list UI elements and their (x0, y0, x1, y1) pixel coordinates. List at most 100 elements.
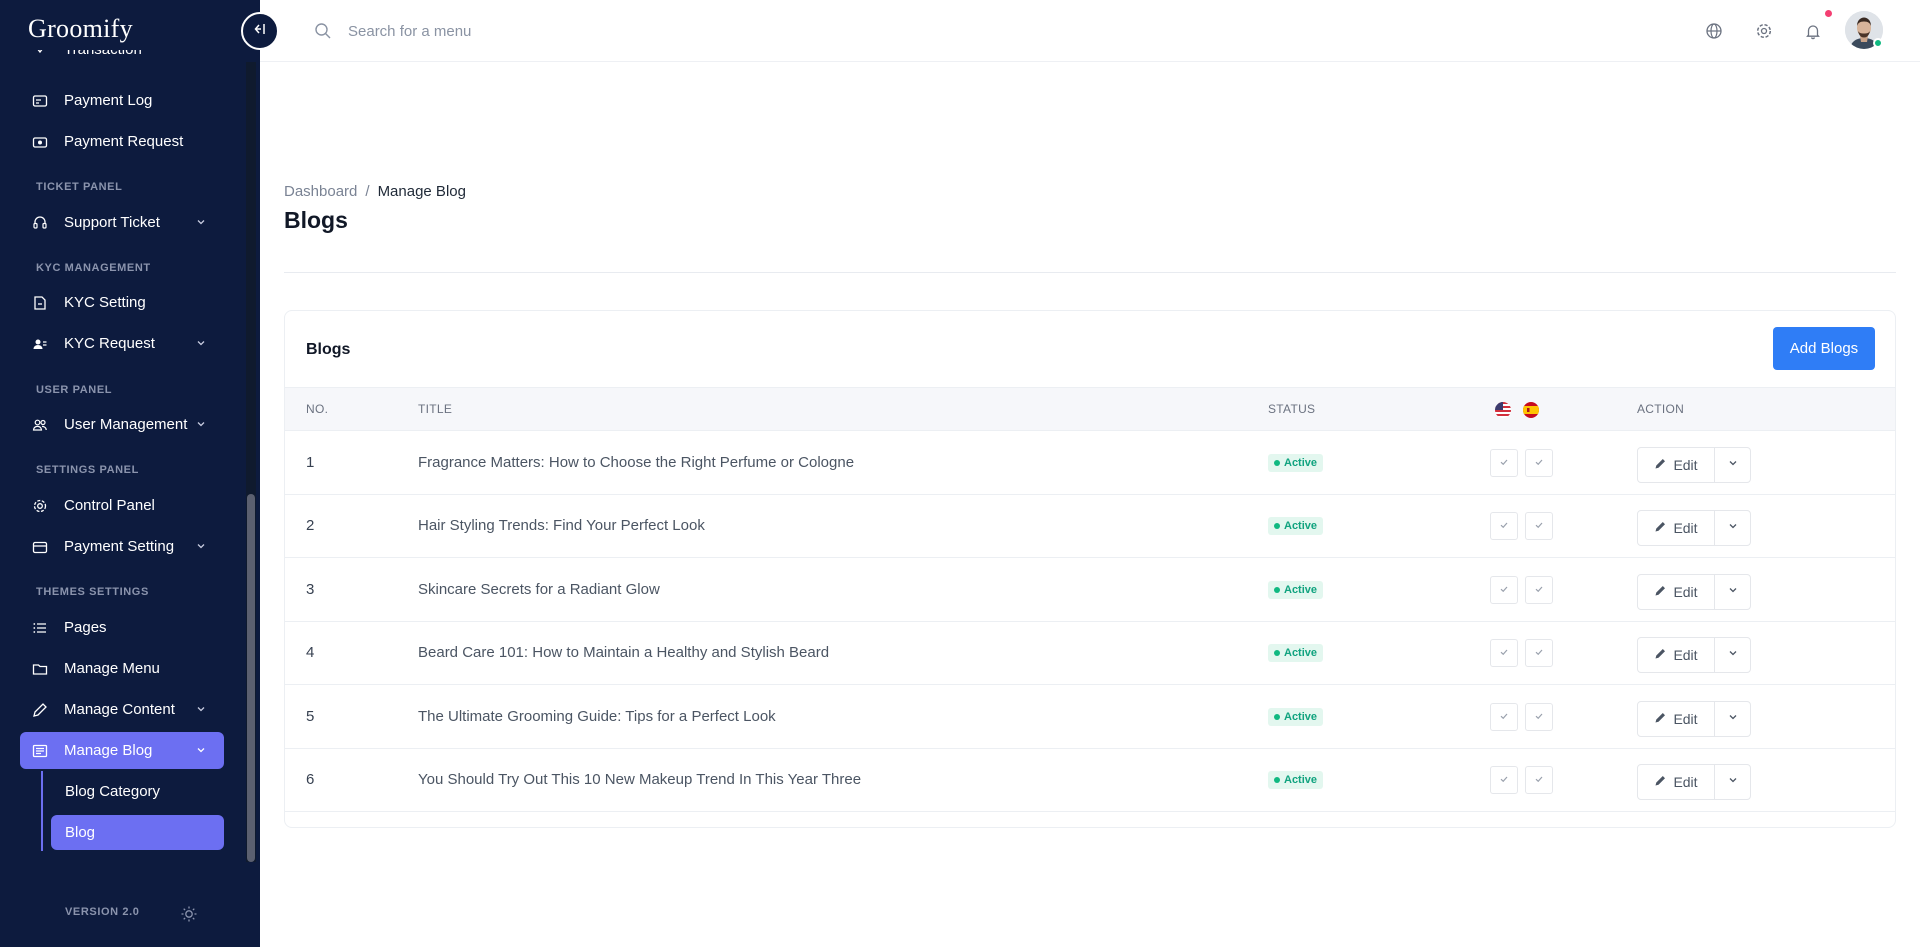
bell-icon[interactable] (1803, 21, 1823, 41)
sidebar-item-manage-blog[interactable]: Manage Blog (20, 732, 224, 769)
language-es-checkbox[interactable] (1525, 449, 1553, 477)
action-dropdown-button[interactable] (1714, 510, 1751, 547)
table-row: 3 Skincare Secrets for a Radiant Glow Acti… (285, 559, 1895, 622)
section-label-kyc-management: KYC MANAGEMENT (36, 262, 151, 274)
language-en-checkbox[interactable] (1490, 512, 1518, 541)
sidebar-item-transaction[interactable]: Transaction (20, 50, 224, 68)
add-blogs-button[interactable]: Add Blogs (1773, 327, 1875, 370)
chevron-icon (32, 50, 48, 58)
language-es-checkbox[interactable] (1525, 702, 1553, 731)
sidebar-item-payment-request[interactable]: Payment Request (20, 123, 224, 160)
sidebar-item-label: Payment Request (64, 133, 184, 150)
chevron-down-icon (1727, 456, 1739, 474)
check-icon (1534, 581, 1544, 599)
header-divider (284, 272, 1896, 273)
breadcrumb-separator: / (365, 183, 370, 200)
sidebar-item-payment-setting[interactable]: Payment Setting (20, 528, 224, 565)
sun-icon[interactable] (180, 905, 198, 923)
edit-button[interactable]: Edit (1637, 637, 1715, 674)
edit-label: Edit (1673, 457, 1698, 473)
sidebar-item-pages[interactable]: Pages (20, 609, 224, 646)
sidebar-item-label: Support Ticket (64, 214, 160, 231)
topbar (260, 0, 1920, 62)
check-icon (1499, 517, 1509, 535)
id-card-icon (32, 336, 48, 352)
pencil-icon (1654, 647, 1667, 663)
chevron-down-icon (194, 743, 208, 757)
status-badge: Active (1268, 580, 1324, 599)
search-input[interactable] (348, 16, 748, 46)
sidebar-collapse-button[interactable] (241, 12, 279, 50)
sidebar-item-control-panel[interactable]: Control Panel (20, 487, 224, 524)
action-dropdown-button[interactable] (1714, 573, 1751, 610)
language-es-checkbox[interactable] (1525, 512, 1553, 541)
language-en-checkbox[interactable] (1490, 702, 1518, 731)
sidebar-item-label: Payment Setting (64, 538, 175, 555)
sidebar-item-kyc-setting[interactable]: KYC Setting (20, 284, 224, 321)
action-dropdown-button[interactable] (1714, 764, 1751, 800)
chevron-down-icon (1727, 710, 1739, 728)
list-icon (32, 620, 48, 636)
blog-title: Skincare Secrets for a Radiant Glow (418, 580, 660, 598)
sidebar-scrollbar-thumb[interactable] (247, 494, 255, 862)
check-icon (1499, 771, 1509, 789)
section-label-user-panel: USER PANEL (36, 384, 113, 396)
action-dropdown-button[interactable] (1714, 637, 1751, 674)
language-es-checkbox[interactable] (1525, 766, 1553, 794)
sidebar-nav[interactable]: Transaction Payment Log Payment Request … (0, 50, 244, 865)
globe-icon[interactable] (1704, 21, 1724, 41)
edit-button[interactable]: Edit (1637, 764, 1715, 800)
gear-icon[interactable] (1754, 21, 1774, 41)
edit-button[interactable]: Edit (1637, 447, 1715, 483)
document-icon (32, 295, 48, 311)
table-row: 5 The Ultimate Grooming Guide: Tips for a… (285, 686, 1895, 749)
language-en-checkbox[interactable] (1490, 575, 1518, 604)
blogs-card: Blogs Add Blogs NO. TITLE STATUS ACTION … (284, 310, 1896, 828)
sidebar-item-manage-content[interactable]: Manage Content (20, 691, 224, 728)
check-icon (1499, 581, 1509, 599)
sidebar-item-label: Control Panel (64, 497, 155, 514)
edit-button[interactable]: Edit (1637, 573, 1715, 610)
chevron-down-icon (194, 539, 208, 553)
chevron-down-icon (1727, 583, 1739, 601)
check-icon (1534, 454, 1544, 472)
row-number: 3 (306, 580, 315, 598)
sidebar-item-support-ticket[interactable]: Support Ticket (20, 204, 224, 241)
action-dropdown-button[interactable] (1714, 700, 1751, 737)
language-en-checkbox[interactable] (1490, 639, 1518, 668)
sidebar-item-manage-menu[interactable]: Manage Menu (20, 650, 224, 687)
row-number: 6 (306, 771, 315, 788)
language-es-checkbox[interactable] (1525, 575, 1553, 604)
sidebar-item-kyc-request[interactable]: KYC Request (20, 325, 224, 362)
breadcrumb: Dashboard / Manage Blog (284, 183, 466, 200)
sidebar-subitem-blog[interactable]: Blog (51, 815, 224, 850)
check-icon (1499, 454, 1509, 472)
language-en-checkbox[interactable] (1490, 766, 1518, 794)
online-status-dot (1873, 38, 1883, 48)
sidebar-item-payment-log[interactable]: Payment Log (20, 82, 224, 119)
section-label-ticket-panel: TICKET PANEL (36, 181, 123, 193)
blog-title: You Should Try Out This 10 New Makeup Tr… (418, 771, 862, 788)
edit-button[interactable]: Edit (1637, 700, 1715, 737)
table-header: NO. TITLE STATUS ACTION (285, 387, 1895, 431)
cash-icon (32, 134, 48, 150)
language-es-checkbox[interactable] (1525, 639, 1553, 668)
sidebar-subitem-blog-category[interactable]: Blog Category (51, 774, 224, 809)
blog-title: Hair Styling Trends: Find Your Perfect L… (418, 517, 705, 535)
users-icon (32, 417, 48, 433)
pencil-icon (1654, 520, 1667, 536)
row-number: 4 (306, 644, 315, 662)
status-badge: Active (1268, 644, 1324, 663)
status-badge: Active (1268, 707, 1324, 726)
newspaper-icon (32, 743, 48, 759)
action-dropdown-button[interactable] (1714, 447, 1751, 483)
sidebar-item-user-management[interactable]: User Management (20, 406, 224, 443)
chevron-down-icon (194, 417, 208, 431)
chevron-down-icon (1727, 519, 1739, 537)
sidebar-item-label: Manage Menu (64, 660, 160, 677)
breadcrumb-home[interactable]: Dashboard (284, 183, 357, 200)
edit-button[interactable]: Edit (1637, 510, 1715, 547)
app-logo[interactable]: Groomify (28, 14, 133, 44)
status-badge: Active (1268, 771, 1324, 789)
language-en-checkbox[interactable] (1490, 449, 1518, 477)
